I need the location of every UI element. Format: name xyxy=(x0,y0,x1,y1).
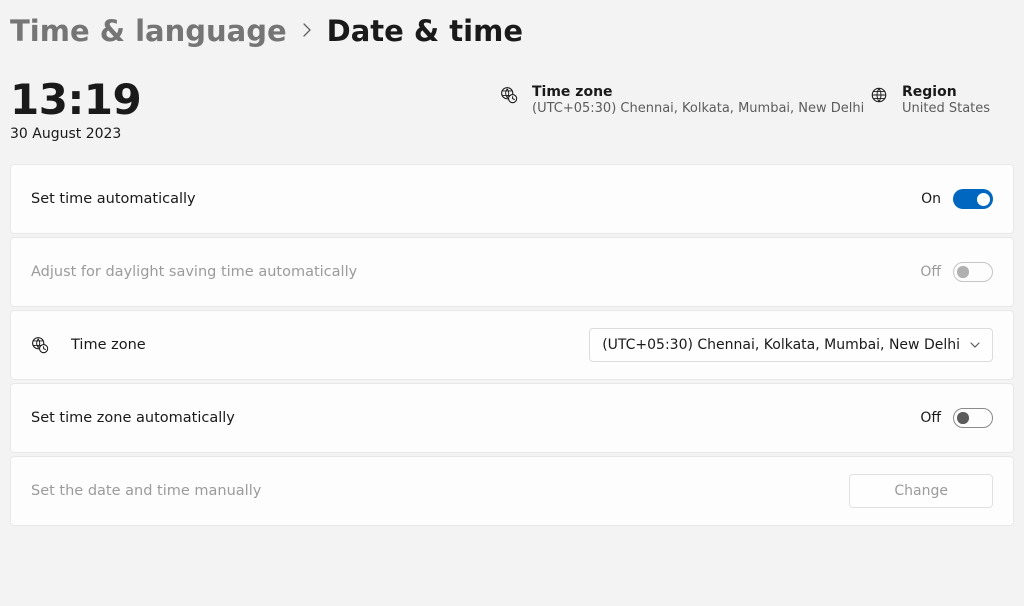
region-summary: Region United States xyxy=(870,78,990,116)
region-summary-label: Region xyxy=(902,84,990,100)
current-date: 30 August 2023 xyxy=(10,126,500,142)
change-button-label: Change xyxy=(894,483,948,499)
change-button: Change xyxy=(849,474,993,508)
breadcrumb-current: Date & time xyxy=(327,14,523,48)
timezone-row-label: Time zone xyxy=(71,337,146,353)
dst-auto-toggle xyxy=(953,262,993,282)
timezone-summary-value: (UTC+05:30) Chennai, Kolkata, Mumbai, Ne… xyxy=(532,101,864,116)
current-time: 13:19 xyxy=(10,78,500,122)
set-time-auto-toggle[interactable] xyxy=(953,189,993,209)
breadcrumb: Time & language Date & time xyxy=(10,14,1014,48)
set-time-auto-label: Set time automatically xyxy=(31,191,196,207)
timezone-summary: Time zone (UTC+05:30) Chennai, Kolkata, … xyxy=(500,78,870,116)
timezone-row[interactable]: Time zone (UTC+05:30) Chennai, Kolkata, … xyxy=(10,310,1014,380)
breadcrumb-parent[interactable]: Time & language xyxy=(10,14,287,48)
dst-auto-row: Adjust for daylight saving time automati… xyxy=(10,237,1014,307)
globe-icon xyxy=(870,86,888,104)
set-tz-auto-status: Off xyxy=(920,410,941,426)
manual-datetime-label: Set the date and time manually xyxy=(31,483,261,499)
globe-clock-icon xyxy=(500,86,518,104)
chevron-down-icon xyxy=(970,339,980,352)
set-tz-auto-toggle[interactable] xyxy=(953,408,993,428)
globe-clock-icon xyxy=(31,336,49,354)
dst-auto-status: Off xyxy=(920,264,941,280)
chevron-right-icon xyxy=(301,19,313,43)
region-summary-value: United States xyxy=(902,101,990,116)
timezone-summary-label: Time zone xyxy=(532,84,864,100)
set-tz-auto-label: Set time zone automatically xyxy=(31,410,235,426)
clock-block: 13:19 30 August 2023 xyxy=(10,78,500,142)
timezone-dropdown[interactable]: (UTC+05:30) Chennai, Kolkata, Mumbai, Ne… xyxy=(589,328,993,362)
set-time-auto-row[interactable]: Set time automatically On xyxy=(10,164,1014,234)
manual-datetime-row: Set the date and time manually Change xyxy=(10,456,1014,526)
timezone-dropdown-value: (UTC+05:30) Chennai, Kolkata, Mumbai, Ne… xyxy=(602,337,960,353)
dst-auto-label: Adjust for daylight saving time automati… xyxy=(31,264,357,280)
set-tz-auto-row[interactable]: Set time zone automatically Off xyxy=(10,383,1014,453)
set-time-auto-status: On xyxy=(921,191,941,207)
